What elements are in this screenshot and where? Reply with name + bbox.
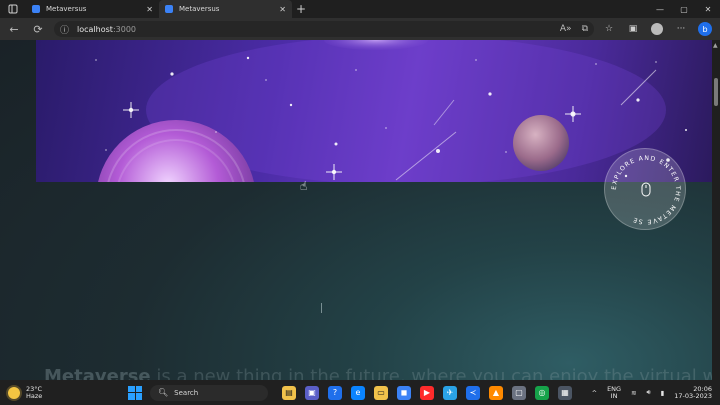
maximize-icon[interactable]: ▢ <box>672 0 696 18</box>
favicon-icon <box>32 5 40 13</box>
store-icon[interactable]: ◼ <box>397 385 411 400</box>
folder-icon[interactable]: ▭ <box>374 385 388 400</box>
telegram-icon[interactable]: ✈ <box>443 385 457 400</box>
tab-title: Metaversus <box>46 5 87 13</box>
info-icon[interactable]: ⓘ <box>60 23 69 36</box>
url-field[interactable]: ⓘ localhost:3000 A» ⧉ <box>54 21 594 37</box>
chevron-up-icon[interactable]: ^ <box>592 389 597 397</box>
meet-icon[interactable]: ▣ <box>305 385 319 400</box>
badge-text: EXPLORE AND ENTER THE METAVE SE <box>611 155 680 225</box>
mouse-pointer-icon: ☝ <box>300 179 308 193</box>
tab-metaversus-2[interactable]: Metaversus ✕ <box>159 0 292 18</box>
weather-desc: Haze <box>26 391 43 400</box>
system-tray: ^ ENG IN ≋ 🔊︎ ▮ 20:06 17-03-2023 <box>592 385 712 400</box>
tab-actions-icon[interactable] <box>0 0 26 18</box>
taskbar: 23°C Haze 🔍︎ Search ▤ ▣ ? e ▭ ◼ ▶ ✈ ≺ ▲ … <box>0 380 720 405</box>
svg-text:EXPLORE AND ENTER THE METAVE S: EXPLORE AND ENTER THE METAVE SE <box>611 155 681 225</box>
vertical-scrollbar[interactable]: ▲ <box>712 40 720 380</box>
language-indicator[interactable]: ENG IN <box>607 385 621 400</box>
url-host: localhost <box>77 24 113 34</box>
weather-widget[interactable]: 23°C Haze <box>8 385 128 400</box>
page-content: EXPLORE AND ENTER THE METAVE SE ☝ Metave… <box>0 40 712 380</box>
close-window-icon[interactable]: ✕ <box>696 0 720 18</box>
star-icon[interactable]: ☆ <box>602 22 616 36</box>
bing-icon[interactable]: b <box>698 22 712 36</box>
battery-icon[interactable]: ▮ <box>661 389 665 397</box>
close-icon[interactable]: ✕ <box>146 5 153 14</box>
chrome-icon[interactable]: ◎ <box>535 385 549 400</box>
taskbar-search[interactable]: 🔍︎ Search <box>150 384 268 401</box>
vscode-icon[interactable]: ≺ <box>466 385 480 400</box>
search-label: Search <box>174 388 199 397</box>
metaverse-bold: Metaverse <box>44 366 151 380</box>
app-available-icon[interactable]: ⧉ <box>582 24 588 34</box>
refresh-icon[interactable]: ⟳ <box>30 21 46 37</box>
lang-2: IN <box>610 391 618 400</box>
favicon-icon <box>165 5 173 13</box>
clock[interactable]: 20:06 17-03-2023 <box>674 385 712 400</box>
weather-icon <box>8 386 20 399</box>
collections-icon[interactable]: ▣ <box>626 22 640 36</box>
plus-icon[interactable]: + <box>292 0 310 18</box>
vlc-icon[interactable]: ▲ <box>489 385 503 400</box>
toolbar-icons: ☆ ▣ ··· b <box>602 22 714 36</box>
screen-icon[interactable]: ▢ <box>512 385 526 400</box>
url-port: :3000 <box>112 24 136 34</box>
text-cursor-icon <box>321 303 322 313</box>
mouse-icon <box>641 182 651 197</box>
metaverse-description: Metaverse is a new thing in the future, … <box>44 366 712 380</box>
date: 17-03-2023 <box>674 391 712 400</box>
read-aloud-icon[interactable]: A» <box>560 24 572 34</box>
search-icon: 🔍︎ <box>158 388 169 397</box>
taskbar-apps: ▤ ▣ ? e ▭ ◼ ▶ ✈ ≺ ▲ ▢ ◎ ▦ <box>282 385 572 400</box>
minimize-icon[interactable]: — <box>648 0 672 18</box>
tab-title: Metaversus <box>179 5 220 13</box>
explore-badge[interactable]: EXPLORE AND ENTER THE METAVE SE <box>604 148 686 230</box>
close-icon[interactable]: ✕ <box>279 5 286 14</box>
screen: Metaversus ✕ Metaversus ✕ + — ▢ ✕ ← ⟳ ⓘ … <box>0 0 720 405</box>
explore-badge-text: EXPLORE AND ENTER THE METAVE SE <box>611 155 681 225</box>
volume-icon[interactable]: 🔊︎ <box>647 388 651 397</box>
window-controls: — ▢ ✕ <box>648 0 720 18</box>
wifi-icon[interactable]: ≋ <box>631 389 636 397</box>
edge-icon[interactable]: e <box>351 385 365 400</box>
photos-icon[interactable]: ▦ <box>558 385 572 400</box>
scroll-thumb[interactable] <box>714 78 718 106</box>
file-explorer-icon[interactable]: ▤ <box>282 385 296 400</box>
profile-icon[interactable] <box>650 22 664 36</box>
youtube-icon[interactable]: ▶ <box>420 385 434 400</box>
address-bar: ← ⟳ ⓘ localhost:3000 A» ⧉ ☆ ▣ ··· b <box>0 18 720 40</box>
tab-strip: Metaversus ✕ Metaversus ✕ + — ▢ ✕ <box>0 0 720 18</box>
scroll-up-icon[interactable]: ▲ <box>713 42 718 49</box>
help-icon[interactable]: ? <box>328 385 342 400</box>
more-icon[interactable]: ··· <box>674 22 688 36</box>
windows-start-icon[interactable] <box>128 385 142 400</box>
tab-metaversus-1[interactable]: Metaversus ✕ <box>26 0 159 18</box>
metaverse-rest: is a new thing in the future, where you … <box>150 366 712 380</box>
back-arrow-icon[interactable]: ← <box>6 21 22 37</box>
url-actions: A» ⧉ <box>560 24 588 34</box>
